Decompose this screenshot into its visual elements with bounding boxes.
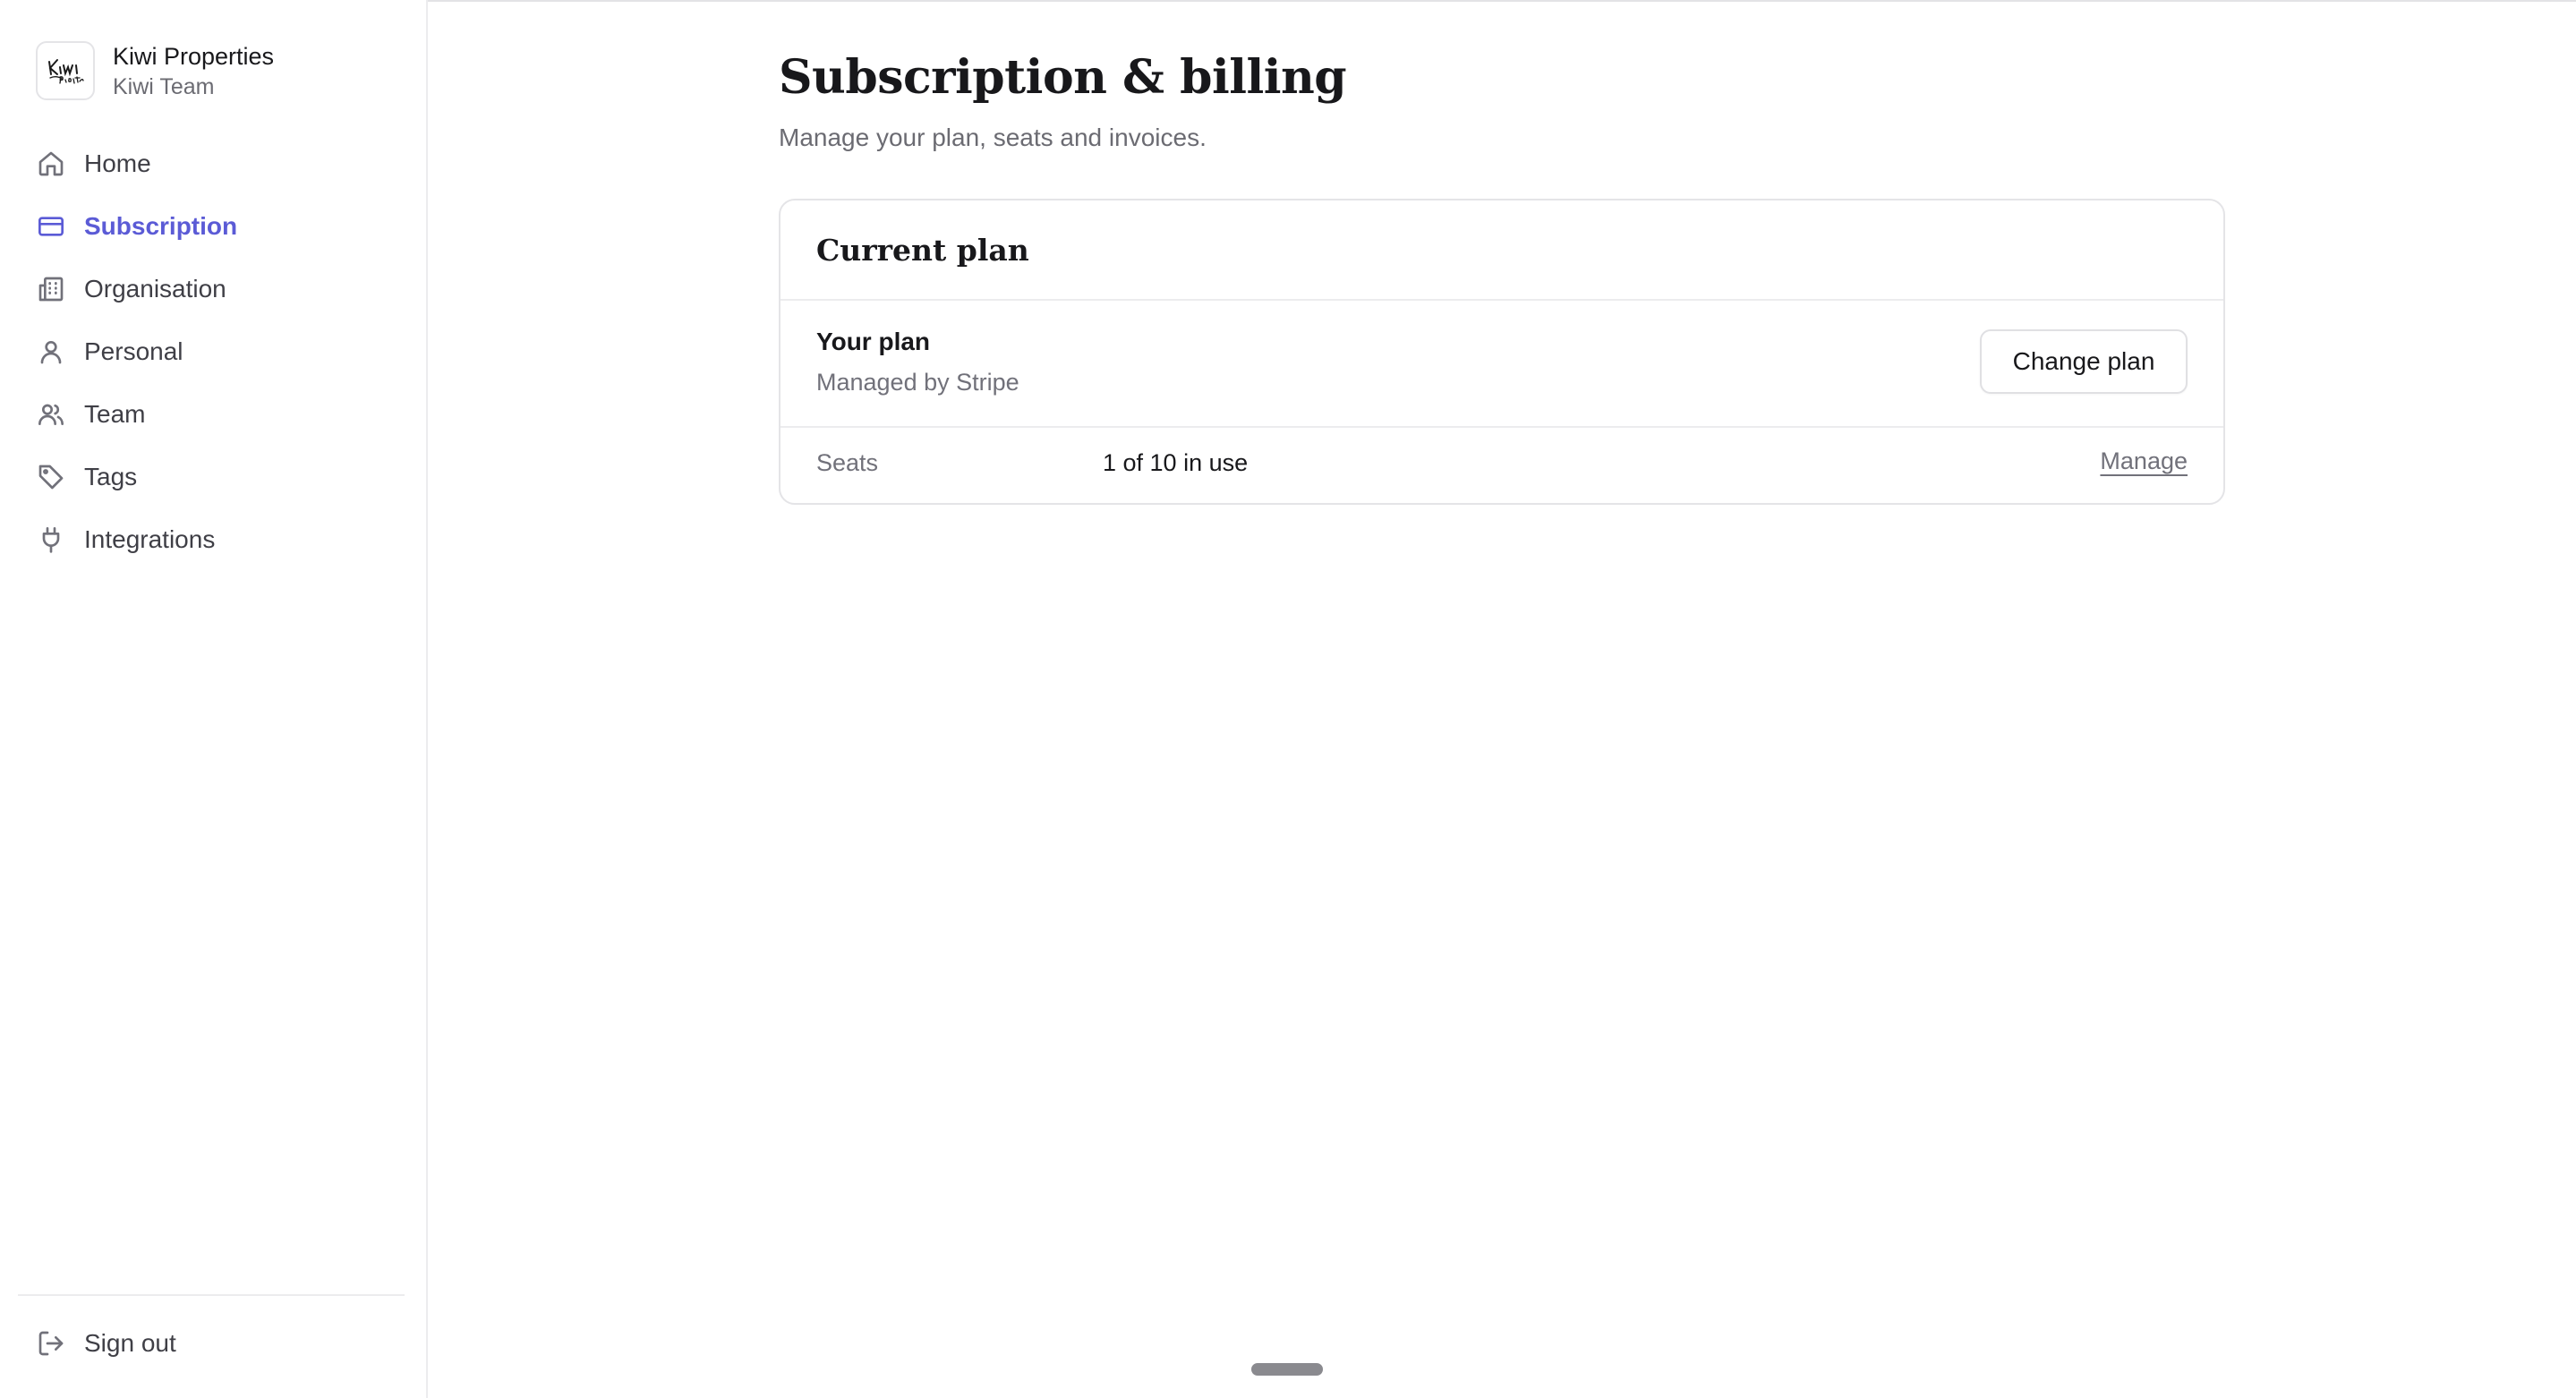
plan-row: Your plan Managed by Stripe Change plan <box>780 301 2223 428</box>
seats-value: 1 of 10 in use <box>1103 449 1249 476</box>
sidebar-item-team[interactable]: Team <box>36 383 412 446</box>
org-logo <box>36 41 95 100</box>
sidebar-divider <box>18 1294 405 1296</box>
sidebar-item-integrations[interactable]: Integrations <box>36 508 412 571</box>
sidebar-nav: Home Subscription Organisation Personal … <box>36 132 412 571</box>
sidebar-item-label: Organisation <box>84 275 226 303</box>
home-indicator-handle[interactable] <box>1251 1363 1323 1376</box>
sidebar-item-label: Tags <box>84 463 138 490</box>
seats-label: Seats <box>816 449 879 476</box>
sidebar-item-home[interactable]: Home <box>36 132 412 195</box>
sidebar-item-tags[interactable]: Tags <box>36 446 412 508</box>
sidebar-item-organisation[interactable]: Organisation <box>36 258 412 320</box>
building-icon <box>36 274 66 304</box>
plan-label: Your plan <box>816 328 931 355</box>
sidebar-item-label: Personal <box>84 337 183 365</box>
org-team: Kiwi Team <box>113 74 215 99</box>
org-switcher[interactable]: Kiwi Properties Kiwi Team <box>36 39 274 102</box>
sidebar-item-subscription[interactable]: Subscription <box>36 195 412 258</box>
sidebar: Kiwi Properties Kiwi Team Home Subscript… <box>0 0 428 1398</box>
plan-description: Managed by Stripe <box>816 369 1019 396</box>
sidebar-item-label: Team <box>84 400 146 428</box>
sidebar-item-label: Subscription <box>84 212 238 240</box>
log-out-icon <box>36 1328 66 1359</box>
org-name: Kiwi Properties <box>113 43 275 70</box>
card-header: Current plan <box>780 200 2223 301</box>
plug-icon <box>36 524 66 555</box>
home-icon <box>36 149 66 179</box>
user-icon <box>36 337 66 367</box>
tag-icon <box>36 462 66 492</box>
current-plan-card: Current plan Your plan Managed by Stripe… <box>779 199 2225 505</box>
page-title: Subscription & billing <box>779 50 1347 105</box>
users-icon <box>36 399 66 430</box>
sign-out-label: Sign out <box>84 1329 176 1357</box>
credit-card-icon <box>36 211 66 242</box>
sign-out-button[interactable]: Sign out <box>36 1312 412 1375</box>
kiwi-logo-icon <box>48 59 84 84</box>
page-subtitle: Manage your plan, seats and invoices. <box>779 124 1207 151</box>
card-title: Current plan <box>816 232 1029 268</box>
change-plan-button[interactable]: Change plan <box>1980 329 2188 394</box>
sidebar-item-label: Home <box>84 149 151 177</box>
seats-row: Seats 1 of 10 in use Manage <box>780 428 2223 503</box>
sidebar-item-label: Integrations <box>84 525 216 553</box>
manage-seats-link[interactable]: Manage <box>2100 448 2188 475</box>
sidebar-item-personal[interactable]: Personal <box>36 320 412 383</box>
